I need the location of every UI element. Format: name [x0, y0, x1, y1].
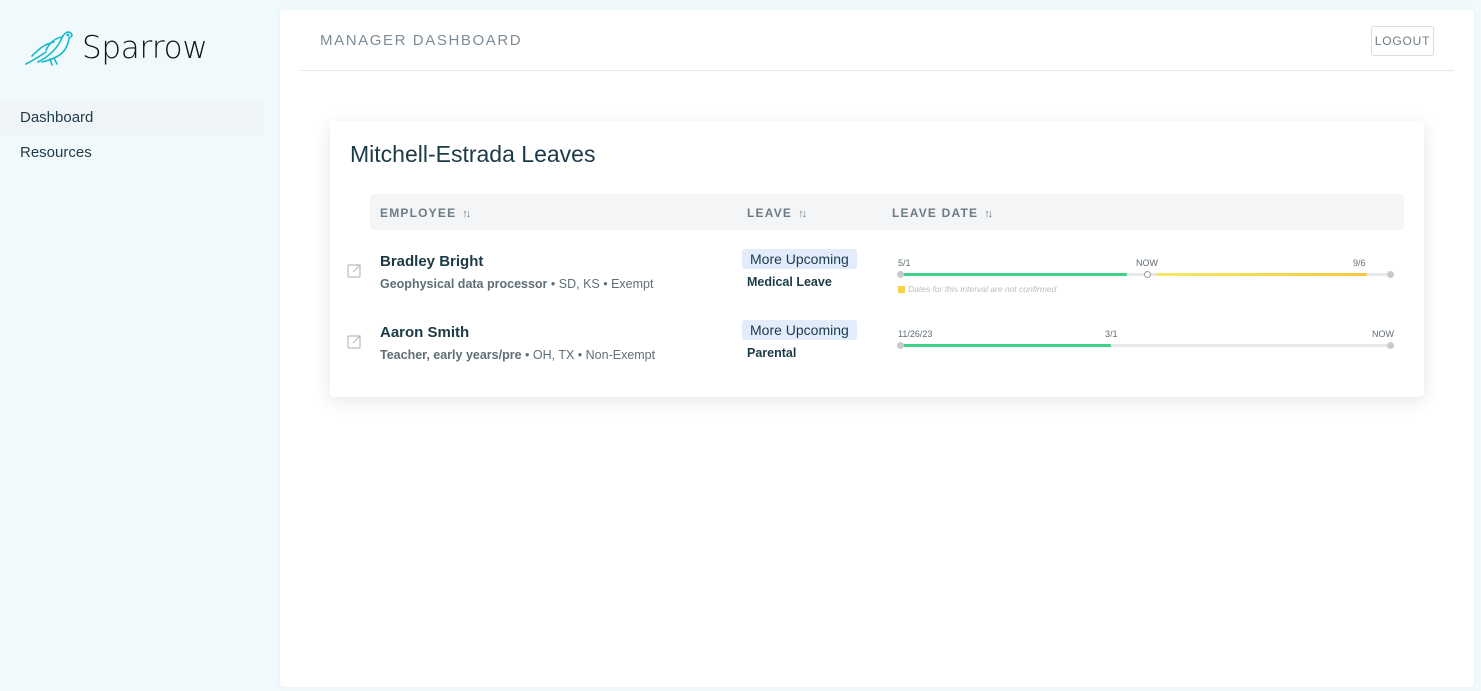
status-badge: More Upcoming — [742, 249, 857, 269]
employee-name[interactable]: Bradley Bright — [380, 253, 483, 270]
page-header: MANAGER DASHBOARD LOGOUT — [300, 10, 1454, 71]
column-header-leave-date[interactable]: LEAVE DATE ↑↓ — [892, 206, 993, 220]
timeline-end-label: NOW — [1372, 329, 1394, 339]
sidebar-item-resources[interactable]: Resources — [0, 135, 264, 170]
page-title: MANAGER DASHBOARD — [320, 32, 523, 49]
employee-meta: Geophysical data processor • SD, KS • Ex… — [380, 277, 653, 291]
leaves-card: Mitchell-Estrada Leaves EMPLOYEE ↑↓ LEAVE… — [330, 121, 1424, 397]
column-header-leave[interactable]: LEAVE ↑↓ — [747, 206, 807, 220]
app-logo[interactable]: Sparrow — [24, 28, 208, 68]
sparrow-logo-icon — [25, 31, 73, 66]
external-link-icon[interactable] — [347, 263, 362, 278]
sidebar-nav: Dashboard Resources — [0, 100, 264, 170]
leave-type: Parental — [747, 346, 797, 360]
timeline-start-label: 5/1 — [898, 258, 911, 268]
timeline-end-label: 9/6 — [1353, 258, 1366, 268]
sort-icon: ↑↓ — [462, 208, 471, 220]
table-row[interactable]: Bradley Bright Geophysical data processo… — [330, 241, 1424, 311]
main-panel: MANAGER DASHBOARD LOGOUT Mitchell-Estrad… — [280, 10, 1474, 687]
employee-location-status: • SD, KS • Exempt — [547, 277, 654, 291]
timeline-confirmed-segment — [900, 344, 1111, 347]
sidebar-item-dashboard[interactable]: Dashboard — [0, 100, 264, 135]
leave-type: Medical Leave — [747, 275, 832, 289]
timeline-unconfirmed-segment — [1156, 273, 1367, 276]
status-badge: More Upcoming — [742, 320, 857, 340]
app-name: Sparrow — [82, 30, 208, 66]
sort-icon: ↑↓ — [984, 208, 993, 220]
employee-name[interactable]: Aaron Smith — [380, 324, 469, 341]
timeline-now-marker — [1144, 271, 1151, 278]
leave-timeline — [897, 271, 1394, 278]
table-header: EMPLOYEE ↑↓ LEAVE ↑↓ LEAVE DATE ↑↓ — [370, 194, 1404, 230]
unconfirmed-legend-swatch — [898, 286, 905, 293]
sidebar: Sparrow Dashboard Resources — [0, 0, 280, 691]
leave-timeline — [897, 342, 1394, 349]
external-link-icon[interactable] — [347, 334, 362, 349]
timeline-note: Dates for this interval are not confirme… — [898, 284, 1056, 294]
timeline-start-dot — [897, 271, 904, 278]
column-header-employee[interactable]: EMPLOYEE ↑↓ — [380, 206, 471, 220]
employee-meta: Teacher, early years/pre • OH, TX • Non-… — [380, 348, 655, 362]
employee-role: Teacher, early years/pre — [380, 348, 522, 362]
timeline-now-label: NOW — [1136, 258, 1158, 268]
employee-location-status: • OH, TX • Non-Exempt — [521, 348, 656, 362]
employee-role: Geophysical data processor — [380, 277, 548, 291]
timeline-mid-label: 3/1 — [1105, 329, 1118, 339]
card-title: Mitchell-Estrada Leaves — [350, 141, 596, 167]
timeline-confirmed-segment — [900, 273, 1127, 276]
timeline-end-dot — [1387, 271, 1394, 278]
timeline-start-dot — [897, 342, 904, 349]
table-row[interactable]: Aaron Smith Teacher, early years/pre • O… — [330, 312, 1424, 382]
logout-button[interactable]: LOGOUT — [1371, 26, 1434, 56]
timeline-end-dot — [1387, 342, 1394, 349]
sort-icon: ↑↓ — [798, 208, 807, 220]
timeline-start-label: 11/26/23 — [898, 329, 933, 339]
